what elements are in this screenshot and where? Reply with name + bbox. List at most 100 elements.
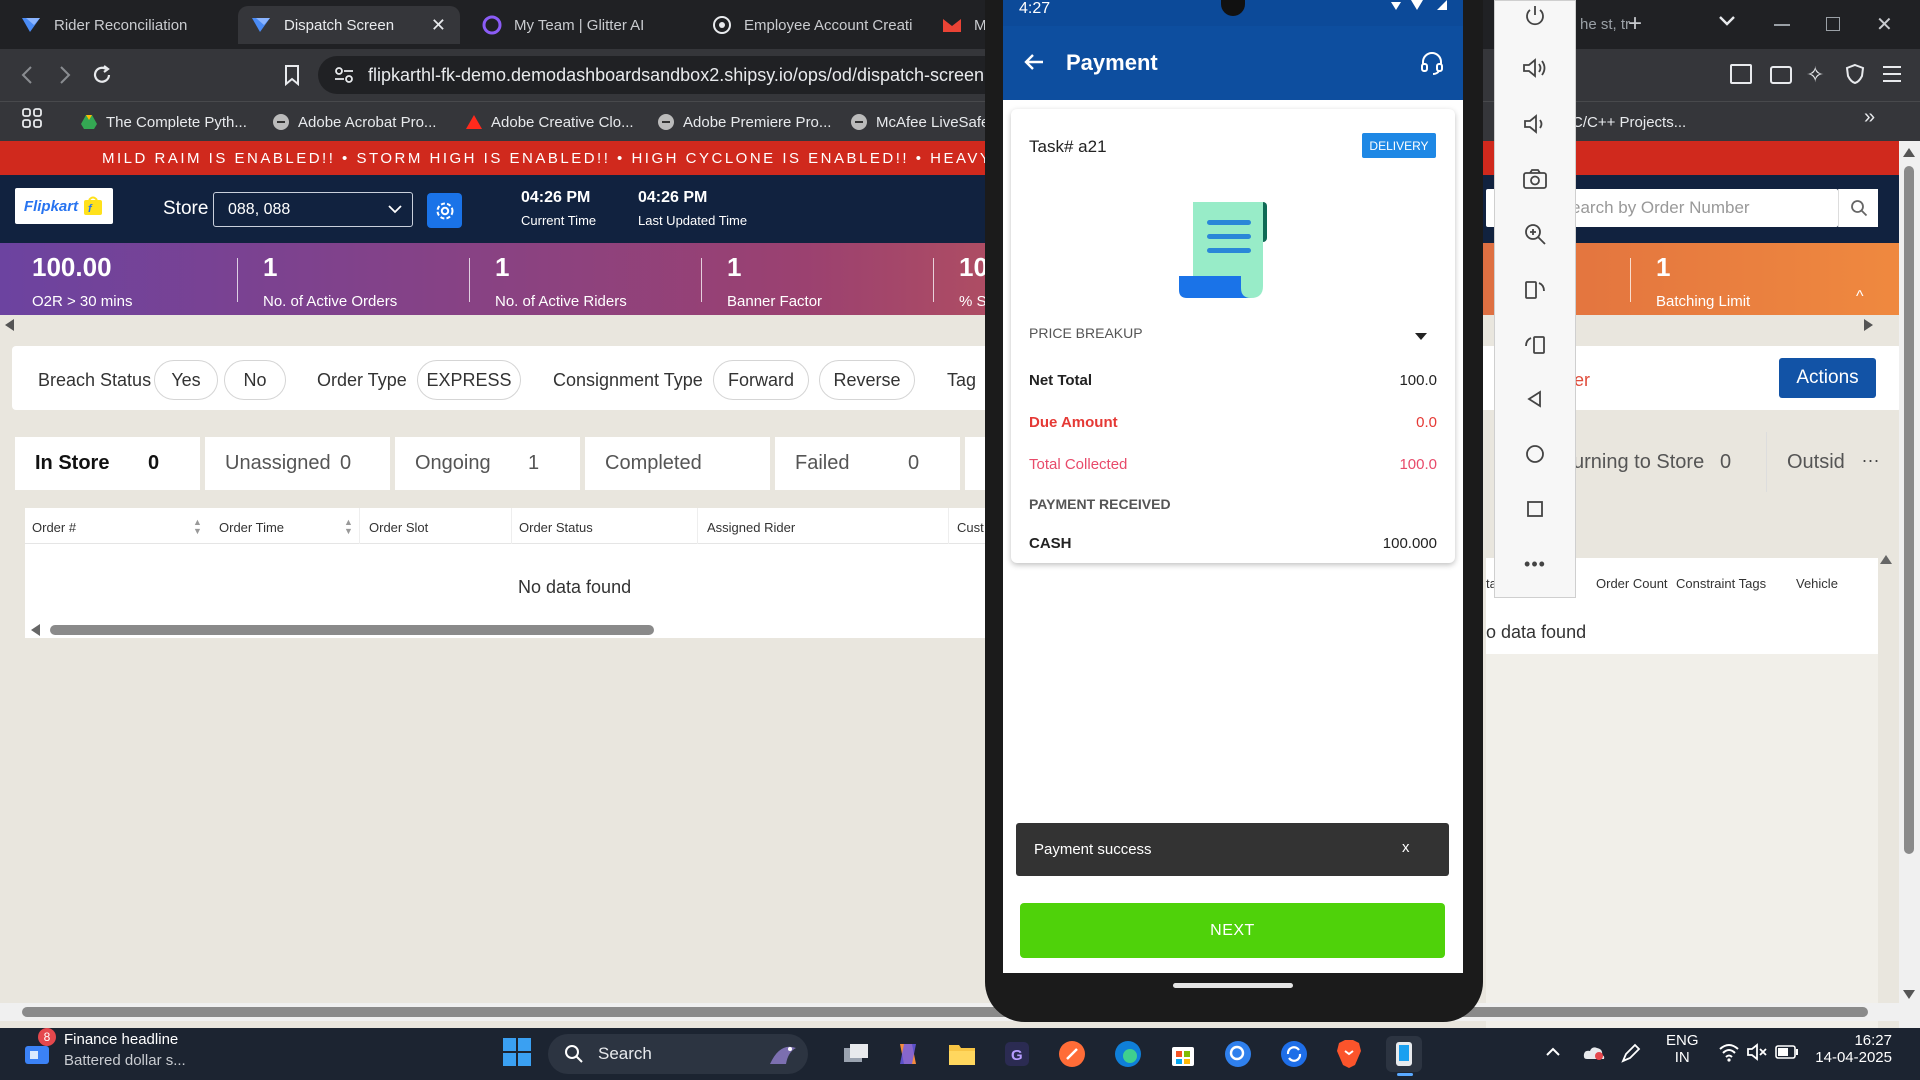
menu-icon[interactable] <box>1882 65 1902 83</box>
rider-filter-fragment[interactable]: er <box>1574 370 1590 391</box>
tab-dispatch-screen[interactable]: Dispatch Screen ✕ <box>238 6 460 44</box>
column-assigned-rider[interactable]: Assigned Rider <box>707 520 795 535</box>
settings-button[interactable] <box>427 193 462 228</box>
chevron-down-icon[interactable] <box>1718 14 1736 28</box>
clock[interactable]: 16:27 14-04-2025 <box>1812 1032 1892 1066</box>
brave-icon[interactable] <box>1331 1036 1367 1072</box>
breach-no-chip[interactable]: No <box>224 360 286 400</box>
rotate-left-icon[interactable] <box>1519 273 1551 305</box>
tab-gmail[interactable]: M <box>930 6 985 44</box>
tab-my-team[interactable]: My Team | Glitter AI <box>470 6 690 44</box>
bookmark-premiere[interactable]: Adobe Premiere Pro... <box>657 110 831 134</box>
copilot-icon[interactable] <box>890 1036 926 1072</box>
tab-employee-account[interactable]: Employee Account Creati <box>700 6 920 44</box>
tab-completed[interactable]: Completed <box>585 437 770 490</box>
emulator-more-icon[interactable]: ••• <box>1519 548 1551 580</box>
scroll-up-arrow-icon[interactable] <box>1903 148 1915 157</box>
power-icon[interactable] <box>1519 0 1551 32</box>
emulator-app-icon[interactable] <box>1386 1036 1422 1072</box>
windows-start-icon[interactable] <box>502 1037 532 1067</box>
taskbar-search[interactable]: Search <box>548 1034 808 1074</box>
tab-overflow-fragment[interactable] <box>965 437 985 490</box>
bookmarks-overflow-icon[interactable]: » <box>1864 106 1875 129</box>
tab-in-store[interactable]: In Store 0 <box>15 437 200 490</box>
home-indicator[interactable] <box>1173 983 1293 988</box>
volume-up-icon[interactable] <box>1519 52 1551 84</box>
nav-home-icon[interactable] <box>1519 438 1551 470</box>
tab-fragment[interactable]: he st, tr <box>1580 16 1630 33</box>
nav-back-icon[interactable] <box>1519 383 1551 415</box>
reload-icon[interactable] <box>91 64 113 86</box>
news-subtitle[interactable]: Battered dollar s... <box>64 1052 186 1069</box>
nav-overview-icon[interactable] <box>1519 493 1551 525</box>
headset-support-icon[interactable] <box>1419 50 1445 76</box>
maximize-icon[interactable] <box>1826 17 1840 31</box>
tab-failed[interactable]: Failed 0 <box>775 437 960 490</box>
store-select[interactable]: 088, 088 <box>213 192 413 227</box>
sync-app-icon[interactable] <box>1276 1036 1312 1072</box>
back-icon[interactable] <box>20 65 34 85</box>
tab-close-icon[interactable]: ✕ <box>431 15 446 36</box>
consignment-forward-chip[interactable]: Forward <box>713 360 809 400</box>
leo-ai-icon[interactable]: ✧ <box>1806 62 1824 88</box>
battery-icon[interactable] <box>1775 1045 1799 1059</box>
language-indicator[interactable]: ENG IN <box>1666 1032 1699 1066</box>
tab-returning-to-store[interactable]: urning to Store 0 <box>1570 432 1762 492</box>
column-order-time[interactable]: Order Time <box>219 520 284 535</box>
quick-assist-icon[interactable] <box>1220 1036 1256 1072</box>
task-view-icon[interactable] <box>838 1036 874 1072</box>
search-button[interactable] <box>1838 189 1878 227</box>
column-order-count[interactable]: Order Count <box>1596 576 1668 591</box>
bookmark-creative-cloud[interactable]: Adobe Creative Clo... <box>465 110 634 134</box>
close-window-icon[interactable]: ✕ <box>1876 12 1893 37</box>
scrollbar-thumb[interactable] <box>1904 166 1914 854</box>
scrollbar-thumb[interactable] <box>50 625 654 635</box>
forward-icon[interactable] <box>58 65 72 85</box>
edge-icon[interactable] <box>1110 1036 1146 1072</box>
sort-icon[interactable]: ▲ ▼ <box>193 518 202 536</box>
back-arrow-icon[interactable] <box>1023 52 1045 72</box>
scrollbar-thumb[interactable] <box>22 1007 1868 1017</box>
bookmark-cpp[interactable]: C/C++ Projects... <box>1572 110 1686 134</box>
breach-yes-chip[interactable]: Yes <box>154 360 218 400</box>
postman-icon[interactable] <box>1054 1036 1090 1072</box>
bookmark-acrobat[interactable]: Adobe Acrobat Pro... <box>272 110 436 134</box>
sidebar-icon[interactable] <box>1730 64 1752 84</box>
caret-down-icon[interactable] <box>1415 333 1427 340</box>
column-customer[interactable]: Cust <box>957 520 984 535</box>
sort-icon[interactable]: ▲ ▼ <box>344 518 353 536</box>
price-breakup-label[interactable]: PRICE BREAKUP <box>1029 325 1143 341</box>
column-order-slot[interactable]: Order Slot <box>369 520 428 535</box>
camera-icon[interactable] <box>1519 163 1551 195</box>
app-icon[interactable]: G <box>999 1036 1035 1072</box>
tray-chevron-up-icon[interactable] <box>1545 1047 1561 1057</box>
news-title[interactable]: Finance headline <box>64 1031 178 1048</box>
column-constraint-tags[interactable]: Constraint Tags <box>1676 576 1766 591</box>
next-button[interactable]: NEXT <box>1020 903 1445 958</box>
bookmark-python[interactable]: The Complete Pyth... <box>80 110 247 134</box>
scroll-up-arrow-icon[interactable] <box>1880 555 1892 564</box>
volume-down-icon[interactable] <box>1519 108 1551 140</box>
wallet-icon[interactable] <box>1770 66 1792 84</box>
new-tab-icon[interactable]: + <box>1628 10 1642 38</box>
bookmark-icon[interactable] <box>284 64 300 86</box>
tab-outside[interactable]: Outsid <box>1766 432 1846 492</box>
microsoft-store-icon[interactable] <box>1165 1036 1201 1072</box>
wifi-icon[interactable] <box>1718 1042 1740 1062</box>
toast-close-button[interactable]: x <box>1402 839 1410 856</box>
zoom-in-icon[interactable] <box>1519 218 1551 250</box>
order-type-express-chip[interactable]: EXPRESS <box>417 360 521 400</box>
onedrive-icon[interactable] <box>1582 1043 1606 1061</box>
scroll-right-arrow-icon[interactable] <box>1864 319 1873 331</box>
tab-unassigned[interactable]: Unassigned 0 <box>205 437 390 490</box>
tab-rider-reconciliation[interactable]: Rider Reconciliation <box>8 6 236 44</box>
column-order-status[interactable]: Order Status <box>519 520 593 535</box>
collapse-caret-icon[interactable]: ^ <box>1856 288 1864 306</box>
minimize-icon[interactable] <box>1774 24 1790 26</box>
consignment-reverse-chip[interactable]: Reverse <box>819 360 915 400</box>
scroll-down-arrow-icon[interactable] <box>1903 990 1915 999</box>
volume-muted-icon[interactable] <box>1746 1043 1768 1061</box>
scroll-left-arrow-icon[interactable] <box>5 319 14 331</box>
site-info-icon[interactable] <box>334 66 354 84</box>
rotate-right-icon[interactable] <box>1519 328 1551 360</box>
